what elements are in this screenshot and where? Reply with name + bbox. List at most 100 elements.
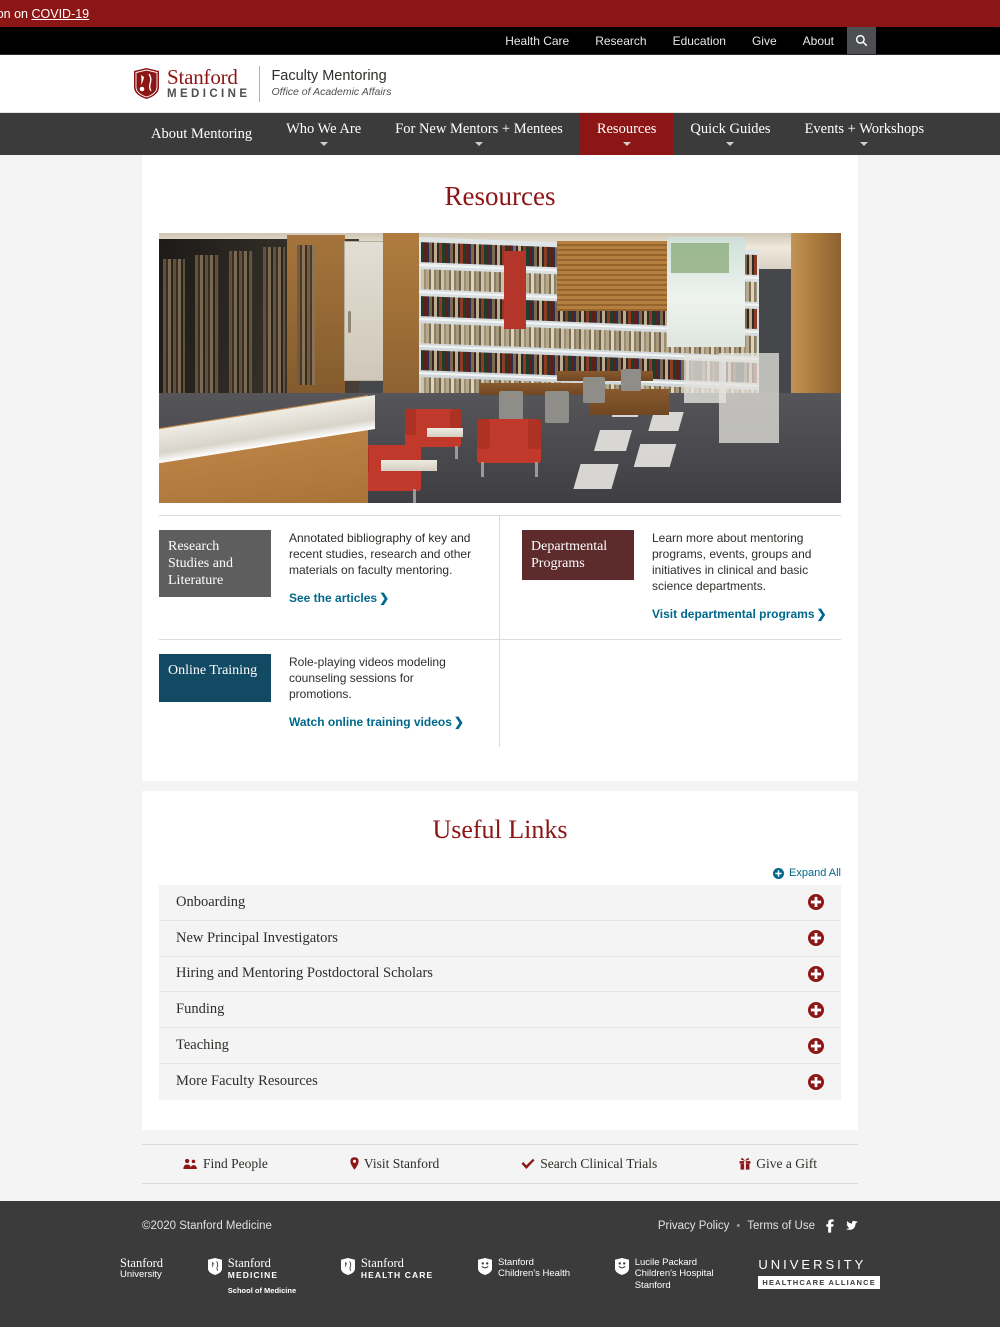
hero-sun-patch <box>573 464 618 489</box>
facebook-link[interactable] <box>826 1219 834 1233</box>
nav-item-who-we-are[interactable]: Who We Are <box>269 113 378 155</box>
plus-circle-icon[interactable] <box>808 1038 824 1054</box>
plus-circle-icon[interactable] <box>808 930 824 946</box>
global-nav-link[interactable]: Research <box>582 27 659 55</box>
accordion-item-more-faculty-resources[interactable]: More Faculty Resources <box>159 1064 841 1100</box>
twitter-link[interactable] <box>845 1220 858 1232</box>
plus-circle-icon[interactable] <box>808 1074 824 1090</box>
footer-logo-stanford-medicine[interactable]: Stanford MEDICINE School of Medicine <box>208 1257 296 1297</box>
alert-text-truncated: ormation on <box>0 7 31 21</box>
logo-name: Stanford <box>361 1257 433 1269</box>
accordion-item-teaching[interactable]: Teaching <box>159 1028 841 1064</box>
footer-logo-lucile-packard[interactable]: Lucile Packard Children's Hospital Stanf… <box>615 1257 714 1292</box>
footer-links: Privacy Policy • Terms of Use <box>658 1219 858 1233</box>
global-nav-item-health-care[interactable]: Health Care <box>492 27 582 55</box>
site-branding[interactable]: Stanford MEDICINE Faculty Mentoring Offi… <box>0 55 1000 113</box>
plus-circle-icon[interactable] <box>808 1002 824 1018</box>
logo-name: Stanford <box>498 1257 570 1269</box>
global-utility-nav: Health Care Research Education Give Abou… <box>0 27 1000 55</box>
logo-line2: Children's Hospital <box>635 1268 714 1280</box>
copyright-text: ©2020 Stanford Medicine <box>142 1220 272 1232</box>
plus-circle-icon[interactable] <box>808 966 824 982</box>
nav-label: Who We Are <box>286 122 361 137</box>
quick-link-search-clinical-trials[interactable]: Search Clinical Trials <box>521 1156 657 1172</box>
hero-sun-patch <box>719 353 779 443</box>
logo-sub2: School of Medicine <box>228 1285 296 1297</box>
search-button[interactable] <box>847 27 876 54</box>
card-link-visit-departmental-programs[interactable]: Visit departmental programs❯ <box>652 607 827 621</box>
hero-wood-panel <box>383 233 419 398</box>
hero-study-chair <box>621 369 641 391</box>
accordion-item-funding[interactable]: Funding <box>159 992 841 1028</box>
logo-line2: Children's Health <box>498 1268 570 1280</box>
nav-item-about-mentoring[interactable]: About Mentoring <box>134 113 269 155</box>
global-nav-item-education[interactable]: Education <box>660 27 739 55</box>
footer-logo-stanford-health-care[interactable]: Stanford HEALTH CARE <box>341 1257 433 1281</box>
hero-study-chair <box>583 377 605 403</box>
accordion-item-onboarding[interactable]: Onboarding <box>159 885 841 921</box>
global-nav-item-give[interactable]: Give <box>739 27 790 55</box>
global-nav-link[interactable]: About <box>790 27 847 55</box>
terms-of-use-link[interactable]: Terms of Use <box>747 1220 815 1232</box>
card-link-watch-online-training-videos[interactable]: Watch online training videos❯ <box>289 715 464 729</box>
logo-text: Stanford HEALTH CARE <box>361 1257 433 1281</box>
card-label: Research Studies and Literature <box>159 530 271 597</box>
footer-logo-university-healthcare-alliance[interactable]: UNIVERSITY HEALTHCARE ALLIANCE <box>758 1257 880 1290</box>
card-body: Annotated bibliography of key and recent… <box>271 530 477 623</box>
global-nav-link[interactable]: Give <box>739 27 790 55</box>
useful-links-accordion: Onboarding New Principal Investigators H… <box>159 885 841 1100</box>
accordion-label: More Faculty Resources <box>176 1073 318 1090</box>
privacy-policy-link[interactable]: Privacy Policy <box>658 1220 730 1232</box>
accordion-item-new-principal-investigators[interactable]: New Principal Investigators <box>159 921 841 957</box>
plus-circle-icon <box>773 868 784 879</box>
footer-logo-stanford-childrens-health[interactable]: Stanford Children's Health <box>478 1257 570 1280</box>
stanford-medicine-wordmark: Stanford MEDICINE <box>167 67 250 101</box>
logo-text: Lucile Packard Children's Hospital Stanf… <box>635 1257 714 1292</box>
nav-item-for-new-mentors-mentees[interactable]: For New Mentors + Mentees <box>378 113 580 155</box>
card-label: Departmental Programs <box>522 530 634 580</box>
hero-sun-patch <box>634 444 677 467</box>
logo-name: Stanford <box>228 1257 296 1269</box>
hero-window-foliage <box>671 243 729 273</box>
plus-circle-icon[interactable] <box>808 894 824 910</box>
site-subtitle: Office of Academic Affairs <box>271 85 391 99</box>
nav-label: Resources <box>597 122 657 137</box>
quick-links-bar: Find People Visit Stanford Search Clinic… <box>142 1144 858 1184</box>
accordion-label: Teaching <box>176 1037 229 1054</box>
hero-sun-patch <box>594 430 632 451</box>
quick-link-label: Visit Stanford <box>364 1156 439 1172</box>
hero-red-wall <box>504 251 526 329</box>
global-nav-item-about[interactable]: About <box>790 27 847 55</box>
card-link-label: Watch online training videos <box>289 715 452 729</box>
global-nav-link[interactable]: Education <box>660 27 739 55</box>
site-title: Faculty Mentoring <box>271 68 391 85</box>
nav-item-resources[interactable]: Resources <box>580 113 674 155</box>
quick-link-visit-stanford[interactable]: Visit Stanford <box>350 1156 439 1172</box>
global-nav-link[interactable]: Health Care <box>492 27 582 55</box>
card-link-label: See the articles <box>289 591 377 605</box>
hero-dark-shelf <box>163 259 185 399</box>
nav-item-quick-guides[interactable]: Quick Guides <box>673 113 787 155</box>
footer-logo-stanford-university[interactable]: Stanford University <box>120 1257 163 1281</box>
quick-link-find-people[interactable]: Find People <box>183 1156 268 1172</box>
logo-line2: University <box>120 1269 163 1281</box>
global-nav-item-research[interactable]: Research <box>582 27 659 55</box>
stanford-wordmark: Stanford <box>167 67 250 87</box>
logo-sub: HEALTHCARE ALLIANCE <box>758 1276 880 1289</box>
accordion-item-hiring-and-mentoring-postdoctoral-scholars[interactable]: Hiring and Mentoring Postdoctoral Schola… <box>159 957 841 993</box>
card-body: Learn more about mentoring programs, eve… <box>634 530 841 623</box>
site-footer: ©2020 Stanford Medicine Privacy Policy •… <box>0 1201 1000 1327</box>
gift-icon <box>739 1157 751 1170</box>
covid-19-link[interactable]: COVID-19 <box>31 7 89 21</box>
hero-side-table <box>381 460 437 471</box>
card-description: Learn more about mentoring programs, eve… <box>652 530 841 594</box>
nav-label: Quick Guides <box>690 122 770 137</box>
nav-item-events-workshops[interactable]: Events + Workshops <box>788 113 942 155</box>
hero-chair-leg <box>455 446 458 459</box>
stanford-shield-icon <box>208 1258 222 1275</box>
search-icon <box>855 34 868 47</box>
card-link-see-the-articles[interactable]: See the articles❯ <box>289 591 389 605</box>
expand-all-button[interactable]: Expand All <box>159 867 841 879</box>
quick-link-give-a-gift[interactable]: Give a Gift <box>739 1156 817 1172</box>
chevron-down-icon <box>623 142 631 146</box>
